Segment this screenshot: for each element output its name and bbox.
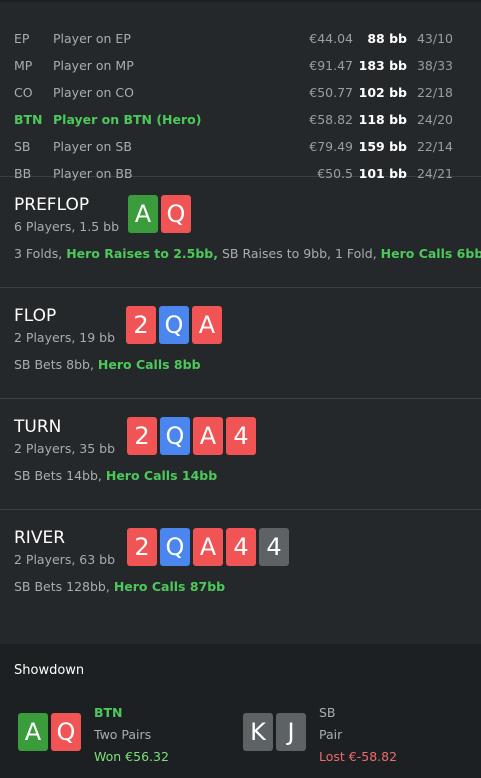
playing-card: 2 <box>127 417 157 455</box>
players-table: EP Player on EP €44.04 88 bb 43/10 MP Pl… <box>0 2 481 181</box>
villain-hole-cards: K J <box>243 713 306 751</box>
playing-card: A <box>193 528 223 566</box>
action-text: SB Bets 8bb, <box>14 357 98 372</box>
villain-hand-rank: Pair <box>319 727 343 742</box>
hero-hand-rank: Two Pairs <box>94 727 152 742</box>
player-stats: 38/33 <box>416 58 453 73</box>
street-river: RIVER 2 Players, 63 bb 2 Q A 4 4 SB Bets… <box>0 510 481 620</box>
action-text: SB Bets 14bb, <box>14 468 106 483</box>
showdown-panel: Showdown A Q BTN Two Pairs Won €56.32 K … <box>0 644 481 778</box>
street-preflop: PREFLOP 6 Players, 1.5 bb A Q 3 Folds, H… <box>0 177 481 287</box>
street-actions: 3 Folds, Hero Raises to 2.5bb, SB Raises… <box>14 246 481 261</box>
street-pot-info: 2 Players, 19 bb <box>14 330 116 345</box>
playing-card: K <box>243 713 273 751</box>
street-flop: FLOP 2 Players, 19 bb 2 Q A SB Bets 8bb,… <box>0 288 481 398</box>
player-stack-bb: 118 bb <box>358 112 407 127</box>
player-position: CO <box>14 85 33 100</box>
playing-card: A <box>192 306 222 344</box>
hero-action-text: Hero Raises to 2.5bb, <box>66 246 218 261</box>
action-text: SB Bets 128bb, <box>14 579 114 594</box>
playing-card: Q <box>160 528 190 566</box>
playing-card: 2 <box>126 306 156 344</box>
playing-card: 4 <box>226 528 256 566</box>
player-stats: 22/14 <box>416 139 453 154</box>
player-stack: €58.82 <box>309 112 353 127</box>
hero-hole-cards: A Q <box>18 713 81 751</box>
player-name: Player on SB <box>53 139 132 154</box>
street-actions: SB Bets 128bb, Hero Calls 87bb <box>14 579 225 594</box>
playing-card: Q <box>51 713 81 751</box>
player-stats: 43/10 <box>416 31 453 46</box>
street-pot-info: 2 Players, 63 bb <box>14 552 116 567</box>
board-cards: 2 Q A 4 <box>127 417 256 455</box>
player-name: Player on BTN (Hero) <box>53 112 202 127</box>
playing-card: Q <box>160 417 190 455</box>
street-title: TURN <box>14 417 62 437</box>
hero-action-text: Hero Calls 6bb <box>380 246 481 261</box>
player-name: Player on MP <box>53 58 134 73</box>
playing-card: A <box>193 417 223 455</box>
street-pot-info: 2 Players, 35 bb <box>14 441 116 456</box>
player-position: EP <box>14 31 30 46</box>
street-title: RIVER <box>14 528 66 548</box>
street-actions: SB Bets 14bb, Hero Calls 14bb <box>14 468 217 483</box>
player-row-btn-hero: BTN Player on BTN (Hero) €58.82 118 bb 2… <box>0 106 481 133</box>
player-stack-bb: 183 bb <box>358 58 407 73</box>
hero-action-text: Hero Calls 8bb <box>97 357 201 372</box>
playing-card: Q <box>159 306 189 344</box>
playing-card: 4 <box>259 528 289 566</box>
player-position: SB <box>14 139 31 154</box>
board-cards: 2 Q A <box>126 306 222 344</box>
player-stack-bb: 102 bb <box>358 85 407 100</box>
player-stats: 24/20 <box>416 112 453 127</box>
player-stats: 22/18 <box>416 85 453 100</box>
street-pot-info: 6 Players, 1.5 bb <box>14 219 120 234</box>
playing-card: A <box>18 713 48 751</box>
showdown-title: Showdown <box>14 663 85 678</box>
player-position: MP <box>14 58 33 73</box>
hero-position: BTN <box>94 705 123 720</box>
player-row-mp: MP Player on MP €91.47 183 bb 38/33 <box>0 52 481 79</box>
player-name: Player on EP <box>53 31 131 46</box>
action-text: SB Raises to 9bb, 1 Fold, <box>218 246 381 261</box>
player-name: Player on CO <box>53 85 134 100</box>
playing-card: 2 <box>127 528 157 566</box>
player-stack: €44.04 <box>309 31 353 46</box>
playing-card: 4 <box>226 417 256 455</box>
player-stack: €91.47 <box>309 58 353 73</box>
playing-card: J <box>276 713 306 751</box>
player-row-co: CO Player on CO €50.77 102 bb 22/18 <box>0 79 481 106</box>
player-position: BTN <box>14 112 43 127</box>
action-text: 3 Folds, <box>14 246 67 261</box>
player-stack-bb: 88 bb <box>367 31 407 46</box>
player-stack-bb: 159 bb <box>358 139 407 154</box>
board-cards: A Q <box>128 195 191 233</box>
hero-action-text: Hero Calls 87bb <box>113 579 226 594</box>
villain-result: Lost €-58.82 <box>319 749 398 764</box>
board-cards: 2 Q A 4 4 <box>127 528 289 566</box>
street-actions: SB Bets 8bb, Hero Calls 8bb <box>14 357 201 372</box>
street-turn: TURN 2 Players, 35 bb 2 Q A 4 SB Bets 14… <box>0 399 481 509</box>
hero-action-text: Hero Calls 14bb <box>105 468 218 483</box>
playing-card: Q <box>161 195 191 233</box>
player-row-sb: SB Player on SB €79.49 159 bb 22/14 <box>0 133 481 160</box>
player-row-ep: EP Player on EP €44.04 88 bb 43/10 <box>0 25 481 52</box>
player-stack: €50.77 <box>309 85 353 100</box>
player-stack: €79.49 <box>309 139 353 154</box>
playing-card: A <box>128 195 158 233</box>
street-title: FLOP <box>14 306 57 326</box>
villain-position: SB <box>319 705 336 720</box>
street-title: PREFLOP <box>14 195 90 215</box>
hero-result: Won €56.32 <box>94 749 169 764</box>
